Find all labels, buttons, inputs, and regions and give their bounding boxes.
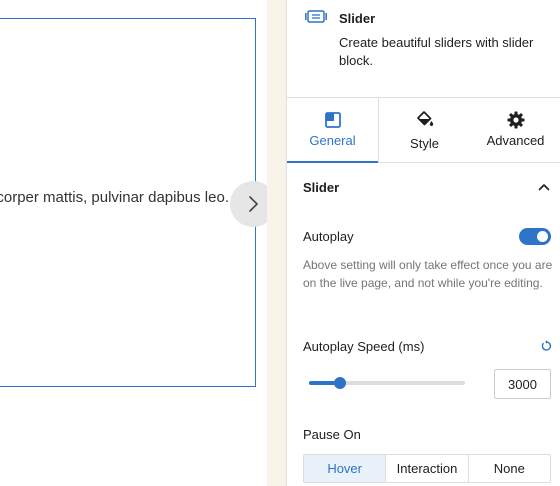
block-description: Create beautiful sliders with slider blo…: [339, 35, 534, 68]
pause-on-options: Hover Interaction None: [303, 454, 551, 483]
section-title: Slider: [303, 180, 340, 195]
editor-canvas: Lorem ipsum dolor sit amet, ullamcorper …: [0, 0, 276, 486]
slider-thumb[interactable]: [334, 377, 347, 389]
paint-bucket-icon: [416, 111, 433, 126]
autoplay-toggle[interactable]: [519, 228, 551, 245]
slider-section-toggle[interactable]: Slider: [303, 179, 551, 199]
autoplay-speed-input[interactable]: [494, 369, 551, 399]
autoplay-label: Autoplay: [303, 229, 354, 244]
pause-on-label: Pause On: [303, 427, 361, 442]
reset-icon[interactable]: [540, 340, 552, 352]
tab-style-label: Style: [410, 136, 439, 151]
pause-on-interaction[interactable]: Interaction: [385, 455, 468, 482]
chevron-up-icon: [538, 184, 550, 191]
pause-on-hover[interactable]: Hover: [304, 455, 386, 482]
gear-icon: [507, 111, 524, 129]
autoplay-help-text: Above setting will only take effect once…: [303, 258, 553, 290]
block-card: Slider Create beautiful sliders with sli…: [287, 0, 560, 98]
inspector-tabs: General Style Advanced: [287, 98, 560, 163]
chevron-right-icon: [249, 196, 258, 212]
editor-gutter: [267, 0, 286, 486]
autoplay-speed-label: Autoplay Speed (ms): [303, 339, 425, 354]
tab-advanced-label: Advanced: [486, 133, 545, 148]
tab-style[interactable]: Style: [379, 98, 470, 162]
slide-text-content: Lorem ipsum dolor sit amet, ullamcorper …: [0, 189, 229, 206]
tab-general[interactable]: General: [287, 98, 379, 163]
block-title: Slider: [339, 11, 376, 26]
autoplay-speed-slider[interactable]: [309, 374, 465, 392]
toggle-knob: [537, 231, 548, 242]
slider-icon: [305, 10, 327, 23]
pause-on-none[interactable]: None: [467, 455, 550, 482]
block-inspector: Slider Create beautiful sliders with sli…: [286, 0, 560, 486]
general-icon: [324, 112, 341, 128]
slide-text: Lorem ipsum dolor sit amet, ullamcorper …: [0, 189, 229, 206]
tab-advanced[interactable]: Advanced: [470, 98, 560, 162]
tab-general-label: General: [309, 133, 356, 148]
